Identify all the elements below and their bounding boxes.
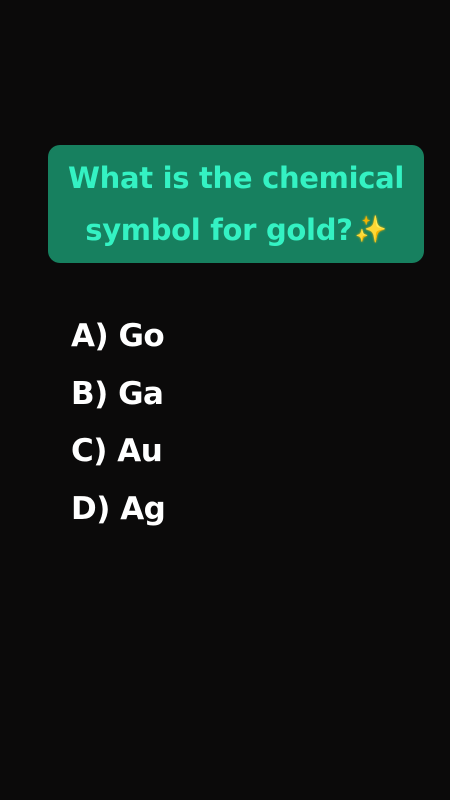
option-a: A) Go (71, 318, 165, 354)
answer-options-list: A) Go B) Ga C) Au D) Ag (71, 308, 321, 538)
option-b: B) Ga (71, 375, 164, 412)
option-d: D) Ag (71, 490, 166, 527)
sparkles-icon: ✨ (354, 215, 387, 245)
quiz-screen: What is the chemical symbol for gold?✨ A… (0, 0, 450, 800)
question-text: What is the chemical symbol for gold? (67, 161, 405, 247)
option-c: C) Au (71, 433, 163, 469)
question-text-block: What is the chemical symbol for gold?✨ (58, 152, 414, 256)
question-card: What is the chemical symbol for gold?✨ (48, 145, 424, 263)
